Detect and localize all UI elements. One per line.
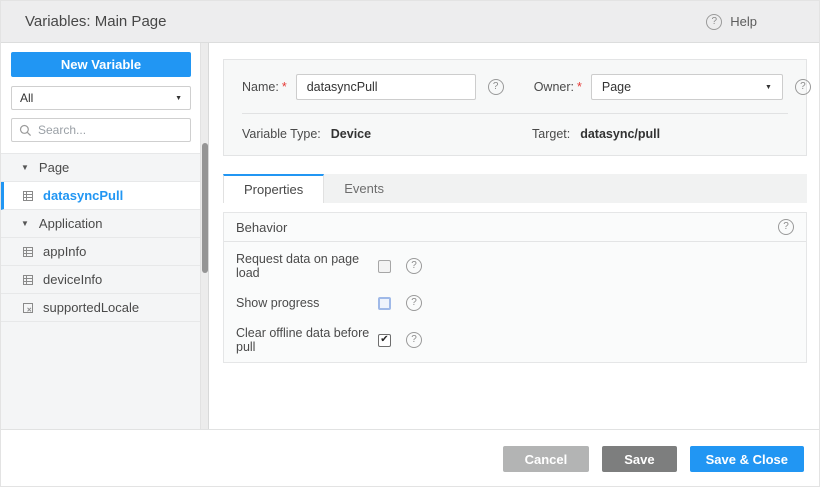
tree-group-label: Application (39, 216, 103, 231)
checkmark-icon: ✔ (380, 335, 388, 345)
variables-sidebar: New Variable All ▼ ▼ Page (1, 43, 209, 429)
help-button[interactable]: ? Help (706, 14, 757, 30)
tree-item-supportedlocale[interactable]: supportedLocale (1, 294, 209, 322)
sidebar-scrollbar-track[interactable] (200, 43, 209, 429)
behavior-section-header: Behavior ? (224, 213, 806, 242)
tree-item-datasyncpull[interactable]: datasyncPull (1, 182, 209, 210)
collapse-arrow-icon: ▼ (21, 163, 29, 172)
required-marker: * (282, 80, 287, 94)
variable-filter-value: All (20, 91, 33, 105)
dialog-footer: Cancel Save Save & Close (1, 429, 819, 487)
owner-select-value: Page (602, 80, 631, 94)
variable-detail-panel: Name: * ? Owner: * Page ▼ ? (209, 43, 819, 429)
owner-select[interactable]: Page ▼ (591, 74, 783, 100)
tree-item-label: supportedLocale (43, 300, 139, 315)
tree-item-label: appInfo (43, 244, 86, 259)
property-label: Clear offline data before pull (236, 326, 378, 354)
collapse-arrow-icon: ▼ (21, 219, 29, 228)
dialog-titlebar: Variables: Main Page ? Help (1, 1, 819, 43)
property-row: Clear offline data before pull ✔ ? (236, 332, 794, 348)
help-icon: ? (706, 14, 722, 30)
owner-label: Owner: (534, 80, 574, 94)
behavior-help-icon[interactable]: ? (778, 219, 794, 235)
tab-properties[interactable]: Properties (223, 174, 324, 203)
card-divider (242, 113, 788, 114)
tree-item-appinfo[interactable]: appInfo (1, 238, 209, 266)
property-help-icon[interactable]: ? (406, 295, 422, 311)
name-label: Name: (242, 80, 279, 94)
variables-tree: ▼ Page datasyncPull ▼ (1, 153, 209, 322)
chevron-down-icon: ▼ (765, 84, 772, 91)
tree-group-label: Page (39, 160, 69, 175)
cancel-button[interactable]: Cancel (503, 446, 590, 472)
variable-summary-card: Name: * ? Owner: * Page ▼ ? (223, 59, 807, 156)
variable-filter-select[interactable]: All ▼ (11, 86, 191, 110)
behavior-section: Behavior ? Request data on page load ? S… (223, 212, 807, 363)
property-row: Request data on page load ? (236, 258, 794, 274)
property-label: Request data on page load (236, 252, 378, 280)
required-marker: * (577, 80, 582, 94)
name-field[interactable] (296, 74, 476, 100)
variable-type-value: Device (331, 127, 371, 141)
chevron-down-icon: ▼ (175, 95, 182, 102)
request-data-on-page-load-checkbox[interactable] (378, 260, 391, 273)
variable-search (11, 118, 191, 142)
target-label: Target: (532, 127, 570, 141)
sidebar-scrollbar-thumb[interactable] (202, 143, 208, 273)
tree-group-application[interactable]: ▼ Application (1, 210, 209, 238)
new-variable-button[interactable]: New Variable (11, 52, 191, 77)
target-value: datasync/pull (580, 127, 660, 141)
behavior-section-body: Request data on page load ? Show progres… (224, 242, 806, 362)
tree-item-label: datasyncPull (43, 188, 123, 203)
model-variable-icon (22, 302, 34, 314)
tree-item-deviceinfo[interactable]: deviceInfo (1, 266, 209, 294)
search-icon (19, 124, 32, 137)
device-variable-icon (22, 190, 34, 202)
property-label: Show progress (236, 296, 378, 310)
tree-group-page[interactable]: ▼ Page (1, 154, 209, 182)
page-title: Variables: Main Page (25, 13, 166, 30)
save-and-close-button[interactable]: Save & Close (690, 446, 804, 472)
tree-item-label: deviceInfo (43, 272, 102, 287)
show-progress-checkbox[interactable] (378, 297, 391, 310)
property-help-icon[interactable]: ? (406, 332, 422, 348)
variable-type-label: Variable Type: (242, 127, 321, 141)
save-button[interactable]: Save (602, 446, 676, 472)
variables-dialog: Variables: Main Page ? Help New Variable… (0, 0, 820, 487)
search-input[interactable] (38, 123, 183, 137)
device-variable-icon (22, 246, 34, 258)
property-help-icon[interactable]: ? (406, 258, 422, 274)
owner-help-icon[interactable]: ? (795, 79, 811, 95)
detail-tabbar: Properties Events (223, 174, 807, 203)
behavior-section-title: Behavior (236, 220, 287, 235)
property-row: Show progress ? (236, 295, 794, 311)
name-help-icon[interactable]: ? (488, 79, 504, 95)
sidebar-controls: New Variable All ▼ (1, 43, 209, 153)
clear-offline-data-before-pull-checkbox[interactable]: ✔ (378, 334, 391, 347)
device-variable-icon (22, 274, 34, 286)
help-label: Help (730, 14, 757, 29)
tab-events[interactable]: Events (324, 174, 404, 203)
